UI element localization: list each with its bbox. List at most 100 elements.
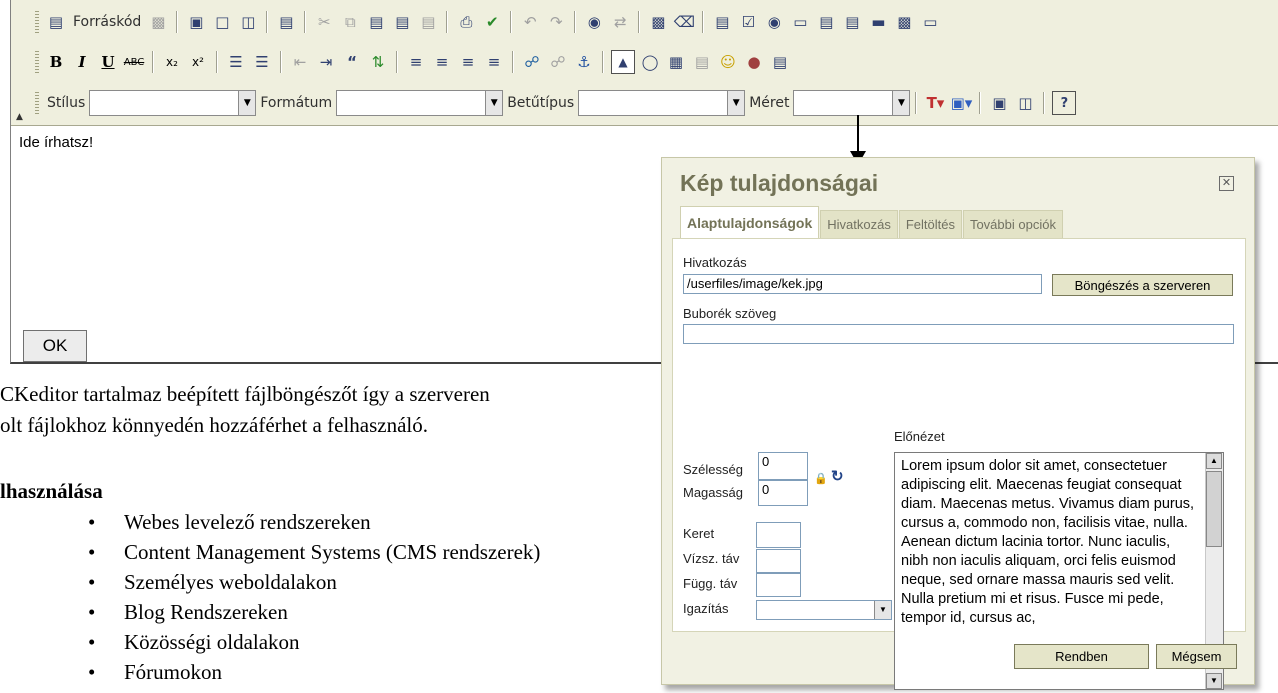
templates-icon[interactable]: ▤ [275,11,297,33]
textfield-icon[interactable]: ▭ [789,11,811,33]
chevron-down-icon[interactable]: ▼ [874,601,891,619]
underline-icon[interactable]: U [97,51,119,73]
usage-list: Webes levelező rendszereken Content Mana… [0,508,540,688]
hspace-input[interactable] [756,549,801,573]
tab-upload[interactable]: Feltöltés [898,210,962,239]
template-icon[interactable]: ▩ [147,11,169,33]
replace-icon[interactable]: ⇄ [609,11,631,33]
anchor-icon[interactable]: ⚓ [573,51,595,73]
style-select[interactable]: ▼ [89,90,257,116]
print-icon[interactable]: ⎙ [455,11,477,33]
radio-icon[interactable]: ◉ [763,11,785,33]
bold-icon[interactable]: B [45,51,67,73]
unlink-icon[interactable]: ☍ [547,51,569,73]
browse-server-button[interactable]: Böngészés a szerveren [1052,274,1233,296]
vspace-input[interactable] [756,573,801,597]
width-input[interactable]: 0 [758,452,808,480]
reset-size-icon[interactable]: ↻ [831,467,844,485]
toolbar-row-3: Stílus ▼ Formátum ▼ Betűtípus ▼ Méret ▼ … [33,89,1078,117]
undo-icon[interactable]: ↶ [519,11,541,33]
strikethrough-icon[interactable]: ABC [123,51,145,73]
ok-button[interactable]: OK [23,330,87,362]
spellcheck-icon[interactable]: ✔ [481,11,503,33]
tab-advanced[interactable]: További opciók [962,210,1063,239]
tab-basic[interactable]: Alaptulajdonságok [680,206,820,239]
image-button-icon[interactable]: ▩ [893,11,915,33]
align-right-icon[interactable]: ≡ [457,51,479,73]
link-icon[interactable]: ☍ [521,51,543,73]
div-container-icon[interactable]: ⇅ [367,51,389,73]
alt-text-input[interactable] [683,324,1234,344]
toolbar-separator [280,51,282,73]
align-select[interactable]: ▼ [756,600,892,620]
outdent-icon[interactable]: ⇤ [289,51,311,73]
border-label: Keret [683,526,715,541]
select-icon[interactable]: ▤ [841,11,863,33]
show-blocks-icon[interactable]: ◫ [1014,92,1036,114]
text-color-icon[interactable]: T▾ [924,92,946,114]
dialog-footer: Rendben Mégsem [662,632,1254,684]
paste-icon[interactable]: ▤ [365,11,387,33]
bulleted-list-icon[interactable]: ☰ [251,51,273,73]
indent-icon[interactable]: ⇥ [315,51,337,73]
maximize-icon[interactable]: ▣ [988,92,1010,114]
border-input[interactable] [756,522,801,548]
editor-content[interactable]: Ide írhatsz! [19,134,93,151]
close-icon[interactable]: ✕ [1219,176,1234,191]
size-select[interactable]: ▼ [793,90,911,116]
lock-ratio-icon[interactable]: 🔒 [814,472,828,485]
list-item: Content Management Systems (CMS rendszer… [0,538,540,568]
select-all-icon[interactable]: ▩ [647,11,669,33]
paste-text-icon[interactable]: ▤ [391,11,413,33]
form-icon[interactable]: ▤ [711,11,733,33]
height-input[interactable]: 0 [758,480,808,506]
textarea-icon[interactable]: ▤ [815,11,837,33]
horizontal-rule-icon[interactable]: ▤ [691,51,713,73]
blockquote-icon[interactable]: “ [341,51,363,73]
superscript-icon[interactable]: x² [187,51,209,73]
format-select[interactable]: ▼ [336,90,504,116]
remove-format-icon[interactable]: ⌫ [673,11,695,33]
chevron-down-icon[interactable]: ▼ [485,91,503,115]
align-center-icon[interactable]: ≡ [431,51,453,73]
chevron-down-icon[interactable]: ▼ [727,91,745,115]
hidden-field-icon[interactable]: ▭ [919,11,941,33]
table-icon[interactable]: ▦ [665,51,687,73]
italic-icon[interactable]: I [71,51,93,73]
toolbar-separator [266,11,269,33]
redo-icon[interactable]: ↷ [545,11,567,33]
paste-word-icon[interactable]: ▤ [417,11,439,33]
chevron-down-icon[interactable]: ▼ [892,91,910,115]
preview-icon[interactable]: ◫ [237,11,259,33]
tab-link[interactable]: Hivatkozás [820,210,898,239]
subscript-icon[interactable]: x₂ [161,51,183,73]
find-icon[interactable]: ◉ [583,11,605,33]
source-icon[interactable]: ▤ [45,11,67,33]
flash-icon[interactable]: ◯ [639,51,661,73]
smiley-icon[interactable]: ☺ [717,51,739,73]
scrollbar-thumb[interactable] [1206,471,1222,547]
copy-icon[interactable]: ⧉ [339,11,361,33]
save-icon[interactable]: ▣ [185,11,207,33]
numbered-list-icon[interactable]: ☰ [225,51,247,73]
page-break-icon[interactable]: ▤ [769,51,791,73]
background-color-icon[interactable]: ▣▾ [950,92,973,114]
source-button-label[interactable]: Forráskód [73,14,141,30]
dialog-ok-button[interactable]: Rendben [1014,644,1149,669]
new-page-icon[interactable]: □ [211,11,233,33]
height-label: Magasság [683,485,743,500]
special-char-icon[interactable]: ● [743,51,765,73]
url-input[interactable]: /userfiles/image/kek.jpg [683,274,1042,294]
chevron-down-icon[interactable]: ▼ [238,91,256,115]
checkbox-icon[interactable]: ☑ [737,11,759,33]
dialog-cancel-button[interactable]: Mégsem [1156,644,1237,669]
align-left-icon[interactable]: ≡ [405,51,427,73]
collapse-toolbar-icon[interactable]: ▲ [16,112,23,122]
cut-icon[interactable]: ✂ [313,11,335,33]
help-icon[interactable]: ? [1052,91,1077,115]
justify-icon[interactable]: ≡ [483,51,505,73]
scroll-up-icon[interactable]: ▲ [1206,453,1222,469]
button-icon[interactable]: ▬ [867,11,889,33]
font-select[interactable]: ▼ [578,90,746,116]
image-icon[interactable]: ▲ [611,50,635,74]
